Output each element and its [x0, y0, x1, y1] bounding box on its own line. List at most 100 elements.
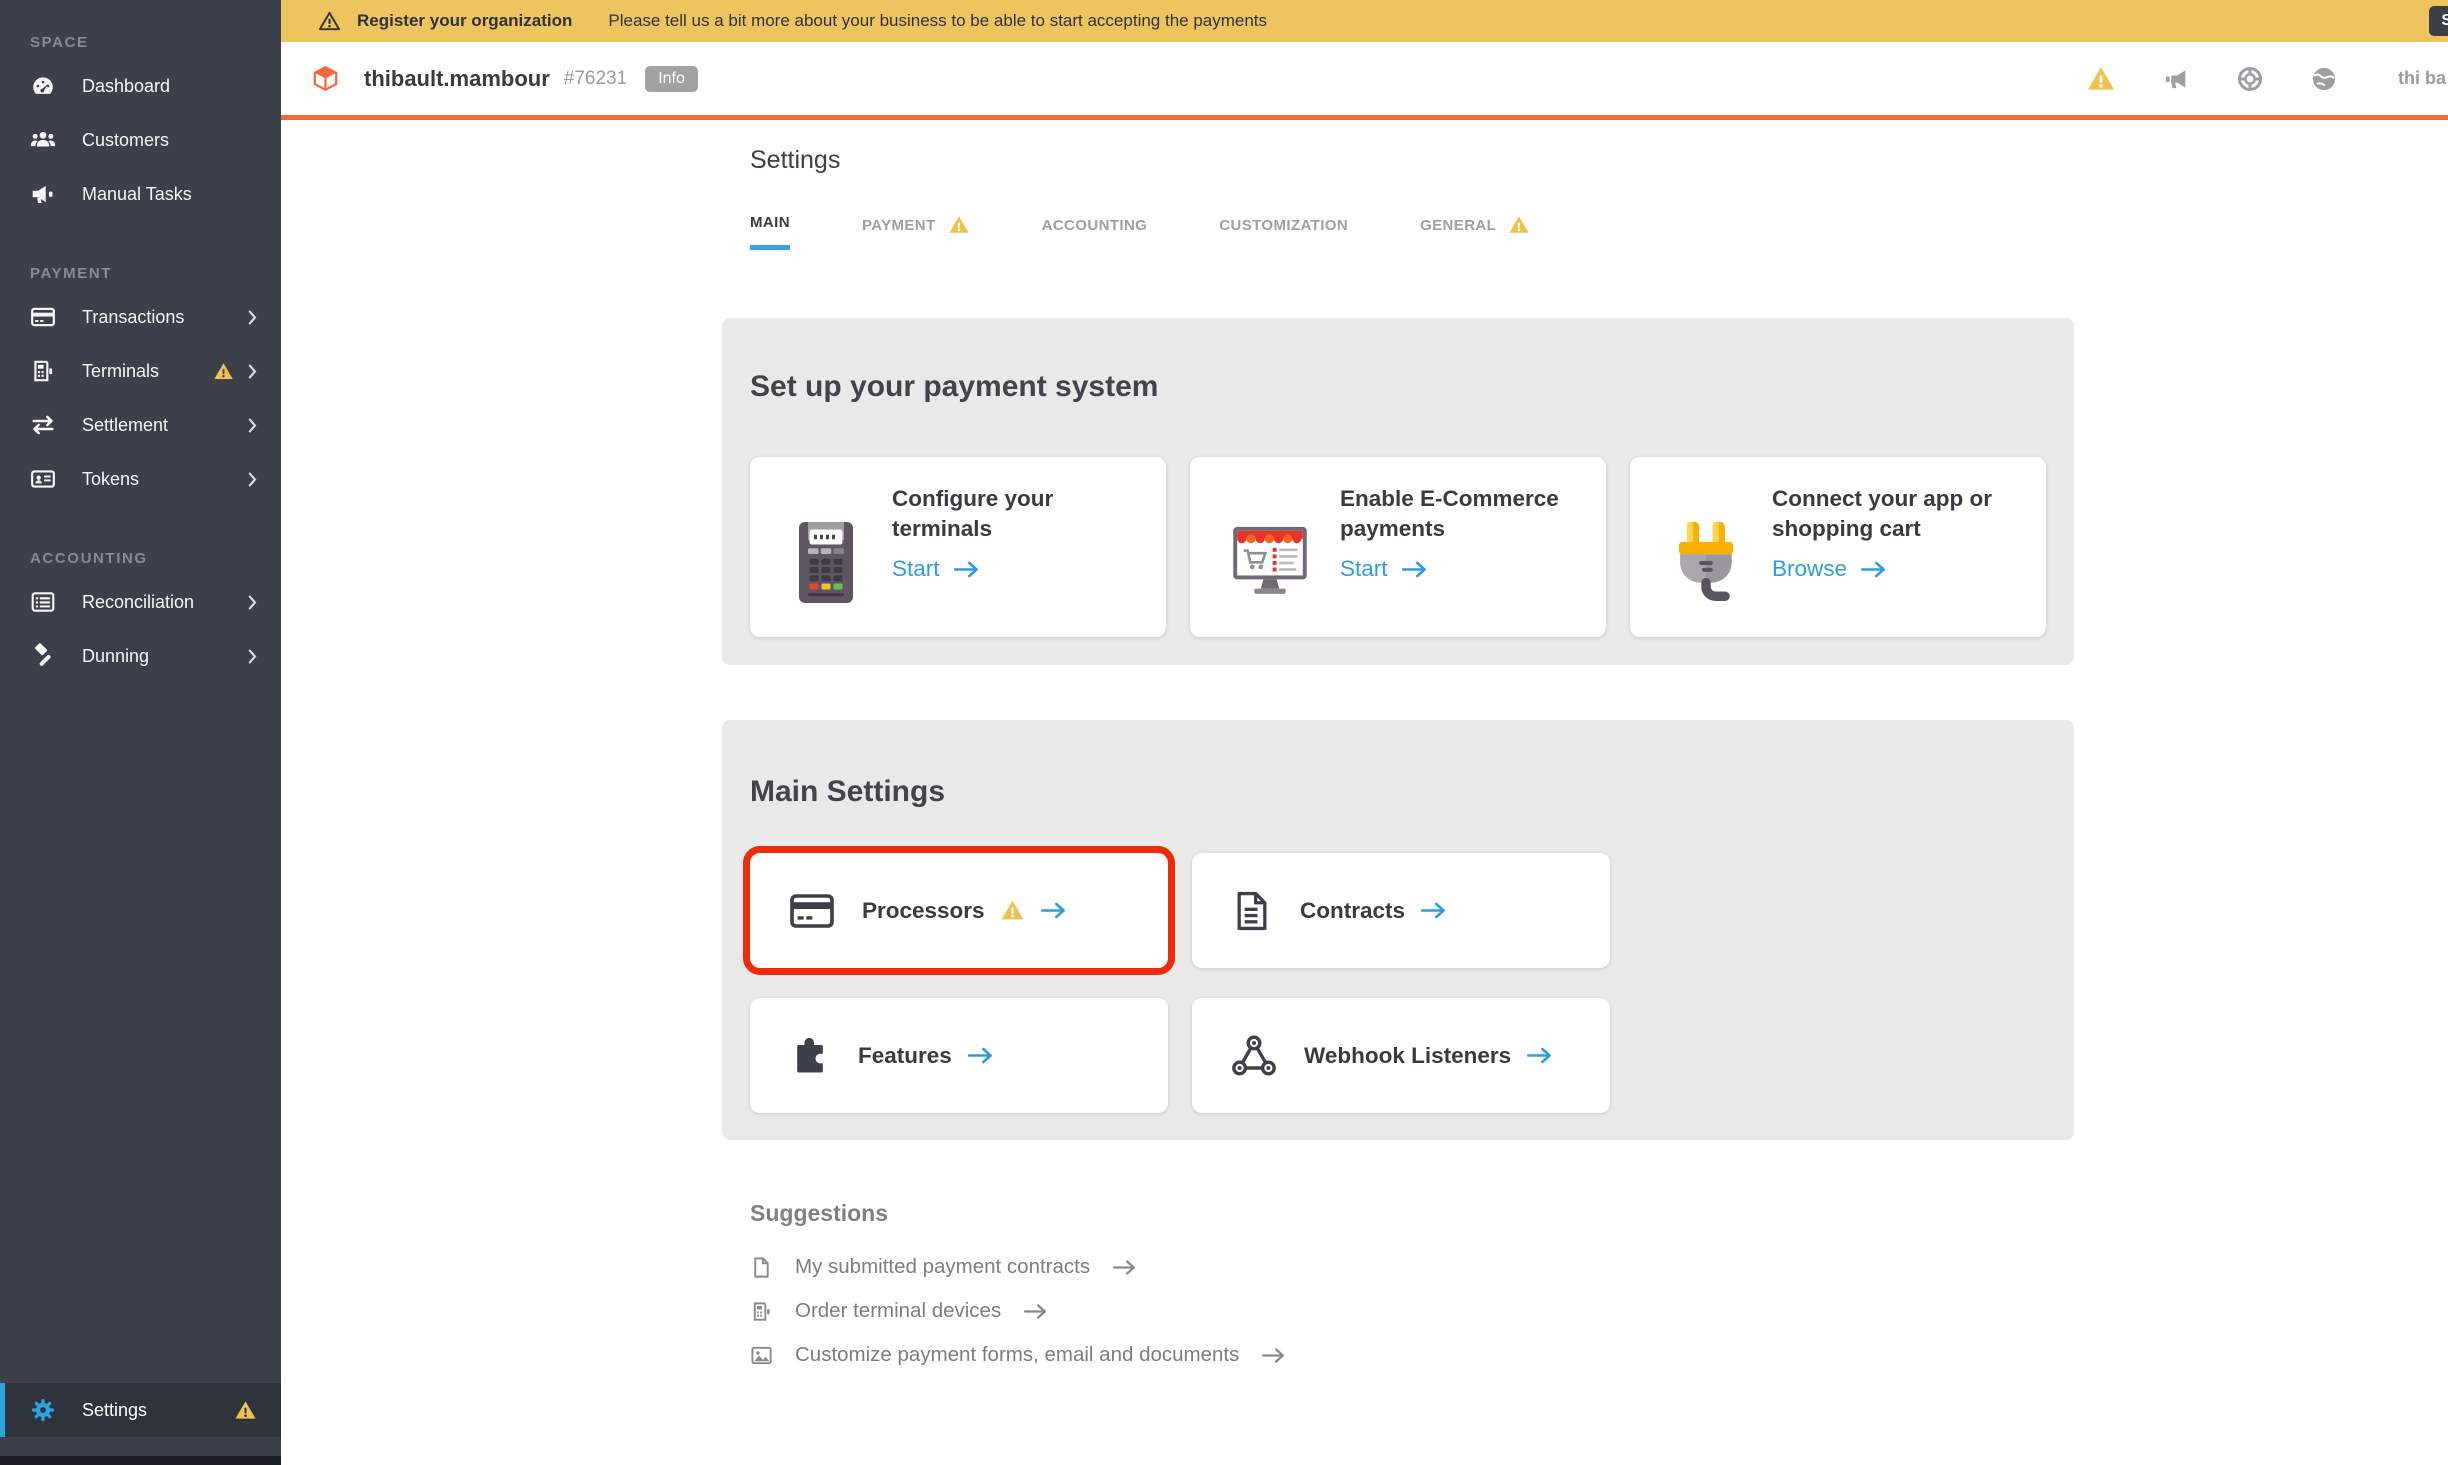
id-card-icon: [30, 466, 56, 492]
cube-logo-icon: [312, 64, 339, 93]
tab-accounting[interactable]: ACCOUNTING: [1042, 214, 1148, 250]
link-label: Browse: [1772, 556, 1847, 582]
register-banner: Register your organization Please tell u…: [281, 0, 2448, 42]
info-badge[interactable]: Info: [645, 66, 698, 92]
card-configure-terminals[interactable]: Configure your terminals Start: [750, 457, 1166, 637]
banner-message: Please tell us a bit more about your bus…: [608, 11, 1267, 31]
sidebar-item-label: Settlement: [82, 415, 168, 436]
setup-payment-section: Set up your payment system Configure you…: [722, 318, 2074, 665]
tab-label: PAYMENT: [862, 217, 936, 234]
page-title: Settings: [750, 146, 840, 175]
sidebar-item-settings[interactable]: Settings: [0, 1383, 281, 1437]
sidebar-item-label: Customers: [82, 130, 169, 151]
main-settings-section: Main Settings Processors: [722, 720, 2074, 1140]
sidebar-item-label: Dashboard: [82, 76, 170, 97]
warning-icon[interactable]: [2086, 64, 2116, 94]
megaphone-icon[interactable]: [2162, 65, 2190, 93]
sidebar-item-customers[interactable]: Customers: [0, 113, 281, 167]
card-features[interactable]: Features: [750, 998, 1168, 1113]
plug-icon: [1668, 484, 1744, 637]
lifebuoy-icon[interactable]: [2236, 65, 2264, 93]
warning-icon: [1508, 214, 1530, 236]
card-title: Enable E-Commerce payments: [1340, 486, 1559, 541]
arrow-right-icon: [1860, 560, 1887, 579]
gavel-icon: [30, 643, 56, 669]
sidebar-item-dunning[interactable]: Dunning: [0, 629, 281, 683]
arrow-right-icon: [1261, 1347, 1286, 1364]
tab-main[interactable]: MAIN: [750, 214, 790, 250]
card-enable-ecommerce[interactable]: Enable E-Commerce payments Start: [1190, 457, 1606, 637]
card-webhook-listeners[interactable]: Webhook Listeners: [1192, 998, 1610, 1113]
sidebar-bottom-strip: [0, 1456, 281, 1465]
sidebar: SPACE Dashboard Customers Manual Tasks P…: [0, 0, 281, 1465]
chevron-right-icon: [248, 310, 257, 325]
warning-icon: [234, 1399, 257, 1422]
sidebar-section-payment: PAYMENT: [30, 265, 281, 282]
card-title: Processors: [862, 898, 985, 924]
card-connect-app[interactable]: Connect your app or shopping cart Browse: [1630, 457, 2046, 637]
tab-customization[interactable]: CUSTOMIZATION: [1219, 214, 1348, 250]
banner-cut-button[interactable]: S: [2429, 6, 2448, 36]
section-title: Main Settings: [750, 775, 2046, 809]
warning-icon: [213, 361, 234, 382]
document-icon: [1230, 889, 1274, 933]
tab-general[interactable]: GENERAL: [1420, 214, 1530, 250]
suggestion-order-terminals[interactable]: Order terminal devices: [750, 1289, 1850, 1333]
top-header: thibault.mambour #76231 Info thi ba: [281, 42, 2448, 120]
credit-card-icon: [788, 887, 836, 935]
sidebar-section-accounting: ACCOUNTING: [30, 550, 281, 567]
banner-title: Register your organization: [357, 11, 572, 31]
image-icon: [750, 1344, 773, 1367]
sidebar-item-manual-tasks[interactable]: Manual Tasks: [0, 167, 281, 221]
terminal-icon: [30, 358, 56, 384]
gear-icon: [30, 1397, 56, 1423]
credit-card-icon: [30, 304, 56, 330]
warning-icon: [1000, 898, 1025, 923]
sidebar-item-reconciliation[interactable]: Reconciliation: [0, 575, 281, 629]
sidebar-item-label: Terminals: [82, 361, 159, 382]
list-icon: [30, 589, 56, 615]
card-contracts[interactable]: Contracts: [1192, 853, 1610, 968]
terminal-icon: [750, 1300, 773, 1323]
tab-payment[interactable]: PAYMENT: [862, 214, 970, 250]
megaphone-icon: [30, 181, 56, 207]
account-name: thibault.mambour: [364, 66, 550, 92]
pos-terminal-icon: [788, 484, 864, 637]
sidebar-item-label: Manual Tasks: [82, 184, 192, 205]
sidebar-item-settlement[interactable]: Settlement: [0, 398, 281, 452]
link-label: Start: [1340, 556, 1388, 582]
arrow-right-icon: [1420, 901, 1447, 920]
sidebar-item-tokens[interactable]: Tokens: [0, 452, 281, 506]
sidebar-item-label: Dunning: [82, 646, 149, 667]
arrow-right-icon: [1040, 901, 1067, 920]
sidebar-item-terminals[interactable]: Terminals: [0, 344, 281, 398]
arrow-right-icon: [1526, 1046, 1553, 1065]
browse-link[interactable]: Browse: [1772, 556, 2022, 582]
chevron-right-icon: [248, 472, 257, 487]
arrow-right-icon: [1112, 1259, 1137, 1276]
start-link[interactable]: Start: [1340, 556, 1590, 582]
user-label[interactable]: thi ba: [2398, 68, 2446, 89]
suggestion-customize-forms[interactable]: Customize payment forms, email and docum…: [750, 1333, 1850, 1377]
webhook-icon: [1230, 1032, 1278, 1080]
sidebar-item-transactions[interactable]: Transactions: [0, 290, 281, 344]
suggestions-title: Suggestions: [750, 1200, 1850, 1227]
start-link[interactable]: Start: [892, 556, 1142, 582]
file-icon: [750, 1256, 773, 1279]
card-processors[interactable]: Processors: [750, 853, 1168, 968]
sidebar-item-dashboard[interactable]: Dashboard: [0, 59, 281, 113]
suggestion-submitted-contracts[interactable]: My submitted payment contracts: [750, 1245, 1850, 1289]
suggestion-label: Order terminal devices: [795, 1299, 1001, 1323]
arrow-right-icon: [967, 1046, 994, 1065]
chevron-right-icon: [248, 364, 257, 379]
link-label: Start: [892, 556, 940, 582]
card-title: Configure your terminals: [892, 486, 1053, 541]
transfer-icon: [30, 412, 56, 438]
globe-icon[interactable]: [2310, 65, 2338, 93]
dashboard-icon: [30, 73, 56, 99]
account-number: #76231: [564, 68, 627, 90]
card-title: Webhook Listeners: [1304, 1043, 1511, 1069]
sidebar-item-label: Transactions: [82, 307, 184, 328]
sidebar-item-label: Tokens: [82, 469, 139, 490]
suggestions-section: Suggestions My submitted payment contrac…: [750, 1200, 1850, 1377]
